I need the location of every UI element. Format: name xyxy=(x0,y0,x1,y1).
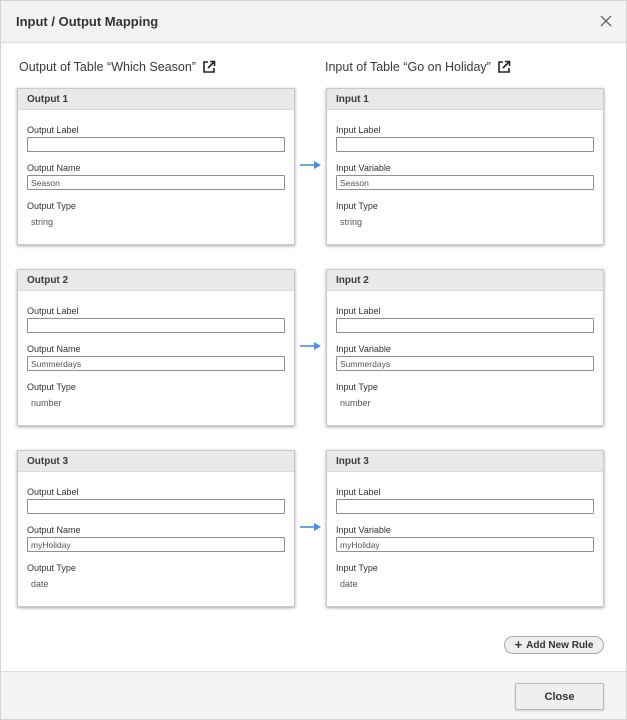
output-label-caption: Output Label xyxy=(27,306,79,316)
output-name-caption: Output Name xyxy=(27,344,81,354)
close-button[interactable]: Close xyxy=(515,683,604,710)
input-label-caption: Input Label xyxy=(336,306,381,316)
input-type-caption: Input Type xyxy=(336,563,378,573)
input-card-title: Input 1 xyxy=(327,89,603,110)
dialog-header: Input / Output Mapping xyxy=(1,1,626,43)
input-variable-field[interactable] xyxy=(336,175,594,190)
input-column-title: Input of Table “Go on Holiday” xyxy=(325,60,491,74)
input-card-title: Input 2 xyxy=(327,270,603,291)
mapping-arrow-icon xyxy=(300,161,321,169)
input-variable-caption: Input Variable xyxy=(336,163,391,173)
output-label-field[interactable] xyxy=(27,318,285,333)
add-new-rule-label: Add New Rule xyxy=(526,639,594,651)
output-type-value: date xyxy=(31,579,49,589)
add-new-rule-button[interactable]: + Add New Rule xyxy=(504,636,604,654)
mapping-arrow-icon xyxy=(300,342,321,350)
output-card: Output 1 Output Label Output Name Output… xyxy=(17,88,295,245)
output-name-field[interactable] xyxy=(27,537,285,552)
output-type-caption: Output Type xyxy=(27,382,76,392)
output-name-caption: Output Name xyxy=(27,525,81,535)
input-type-value: string xyxy=(340,217,363,227)
output-type-caption: Output Type xyxy=(27,563,76,573)
external-link-icon[interactable] xyxy=(497,60,511,74)
output-column-title: Output of Table “Which Season” xyxy=(19,60,196,74)
io-mapping-dialog: Input / Output Mapping Output of Table “… xyxy=(0,0,627,720)
output-type-value: string xyxy=(31,217,54,227)
output-name-field[interactable] xyxy=(27,356,285,371)
input-label-field[interactable] xyxy=(336,137,594,152)
input-type-caption: Input Type xyxy=(336,201,378,211)
output-label-field[interactable] xyxy=(27,499,285,514)
output-type-value: number xyxy=(31,398,62,408)
external-link-icon[interactable] xyxy=(202,60,216,74)
input-variable-field[interactable] xyxy=(336,356,594,371)
input-type-caption: Input Type xyxy=(336,382,378,392)
dialog-body: Output of Table “Which Season” Input of … xyxy=(1,44,626,671)
input-type-value: number xyxy=(340,398,371,408)
input-card: Input 2 Input Label Input Variable Input… xyxy=(326,269,604,426)
input-column-heading: Input of Table “Go on Holiday” xyxy=(325,60,511,74)
output-type-caption: Output Type xyxy=(27,201,76,211)
output-label-field[interactable] xyxy=(27,137,285,152)
input-card-title: Input 3 xyxy=(327,451,603,472)
dialog-title: Input / Output Mapping xyxy=(16,14,159,29)
output-card-title: Output 1 xyxy=(18,89,294,110)
output-card: Output 2 Output Label Output Name Output… xyxy=(17,269,295,426)
output-name-caption: Output Name xyxy=(27,163,81,173)
output-card: Output 3 Output Label Output Name Output… xyxy=(17,450,295,607)
input-card: Input 3 Input Label Input Variable Input… xyxy=(326,450,604,607)
output-name-field[interactable] xyxy=(27,175,285,190)
output-label-caption: Output Label xyxy=(27,125,79,135)
input-type-value: date xyxy=(340,579,358,589)
close-icon[interactable] xyxy=(595,10,617,32)
output-card-title: Output 2 xyxy=(18,270,294,291)
input-label-field[interactable] xyxy=(336,318,594,333)
output-column-heading: Output of Table “Which Season” xyxy=(19,60,216,74)
output-card-title: Output 3 xyxy=(18,451,294,472)
dialog-footer: Close xyxy=(1,671,626,719)
input-label-caption: Input Label xyxy=(336,487,381,497)
mapping-arrow-icon xyxy=(300,523,321,531)
plus-icon: + xyxy=(514,637,523,652)
input-label-caption: Input Label xyxy=(336,125,381,135)
input-variable-field[interactable] xyxy=(336,537,594,552)
input-card: Input 1 Input Label Input Variable Input… xyxy=(326,88,604,245)
output-label-caption: Output Label xyxy=(27,487,79,497)
input-variable-caption: Input Variable xyxy=(336,344,391,354)
input-variable-caption: Input Variable xyxy=(336,525,391,535)
input-label-field[interactable] xyxy=(336,499,594,514)
